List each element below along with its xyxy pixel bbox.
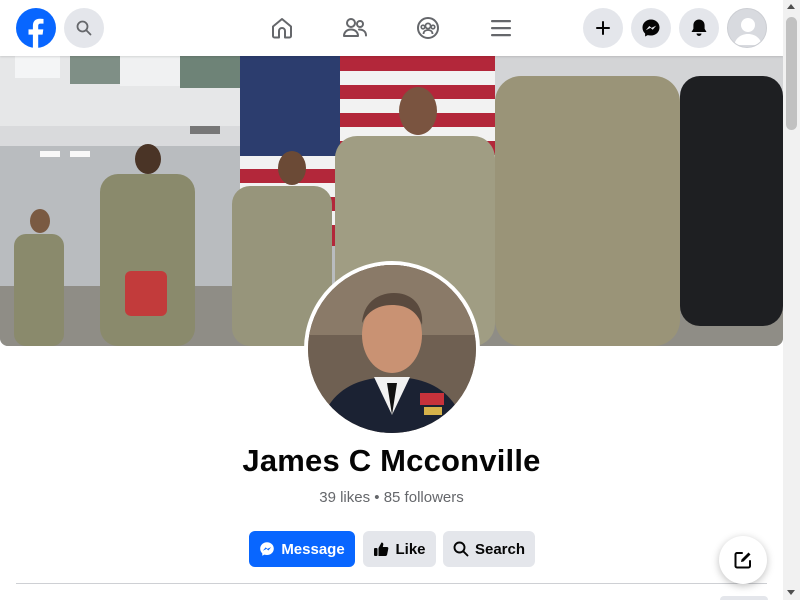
groups-icon: [417, 17, 439, 39]
scroll-down-arrow-icon[interactable]: [787, 590, 795, 595]
tab-menu[interactable]: [481, 8, 521, 48]
search-icon: [453, 541, 469, 557]
tab-groups[interactable]: [408, 8, 448, 48]
followers-count[interactable]: 85 followers: [384, 489, 464, 506]
message-button[interactable]: Message: [249, 531, 355, 567]
home-icon: [272, 18, 292, 39]
likes-count[interactable]: 39 likes: [319, 489, 370, 506]
section-divider: [16, 583, 767, 584]
scrollbar-thumb[interactable]: [786, 17, 797, 130]
like-button-label: Like: [395, 540, 426, 558]
tab-more[interactable]: [720, 596, 768, 600]
tab-home[interactable]: [262, 8, 302, 48]
create-button[interactable]: [583, 8, 623, 48]
vertical-scrollbar[interactable]: [783, 0, 800, 600]
compose-icon: [734, 552, 751, 569]
thumbs-up-icon: [374, 542, 389, 556]
scroll-up-arrow-icon[interactable]: [787, 4, 795, 9]
messenger-icon: [260, 542, 275, 556]
profile-stats: 39 likes • 85 followers: [0, 489, 783, 506]
bell-icon: [691, 19, 707, 36]
like-button[interactable]: Like: [363, 531, 436, 567]
profile-picture[interactable]: [304, 261, 480, 437]
friends-icon: [343, 18, 367, 37]
page-title: James C Mcconville: [242, 443, 541, 478]
page-search-button[interactable]: Search: [443, 531, 535, 567]
menu-icon: [491, 20, 511, 37]
top-navigation-bar: [0, 0, 783, 56]
account-avatar-icon[interactable]: [727, 8, 767, 48]
tab-friends[interactable]: [335, 8, 375, 48]
search-button[interactable]: [64, 8, 104, 48]
stats-separator: •: [374, 489, 380, 506]
messenger-icon: [642, 19, 660, 37]
search-icon: [76, 20, 92, 36]
facebook-logo-icon[interactable]: [16, 8, 56, 48]
new-message-button[interactable]: [719, 536, 767, 584]
notifications-button[interactable]: [679, 8, 719, 48]
search-button-label: Search: [474, 540, 526, 558]
message-button-label: Message: [281, 540, 345, 558]
messenger-button[interactable]: [631, 8, 671, 48]
plus-icon: [596, 21, 610, 35]
